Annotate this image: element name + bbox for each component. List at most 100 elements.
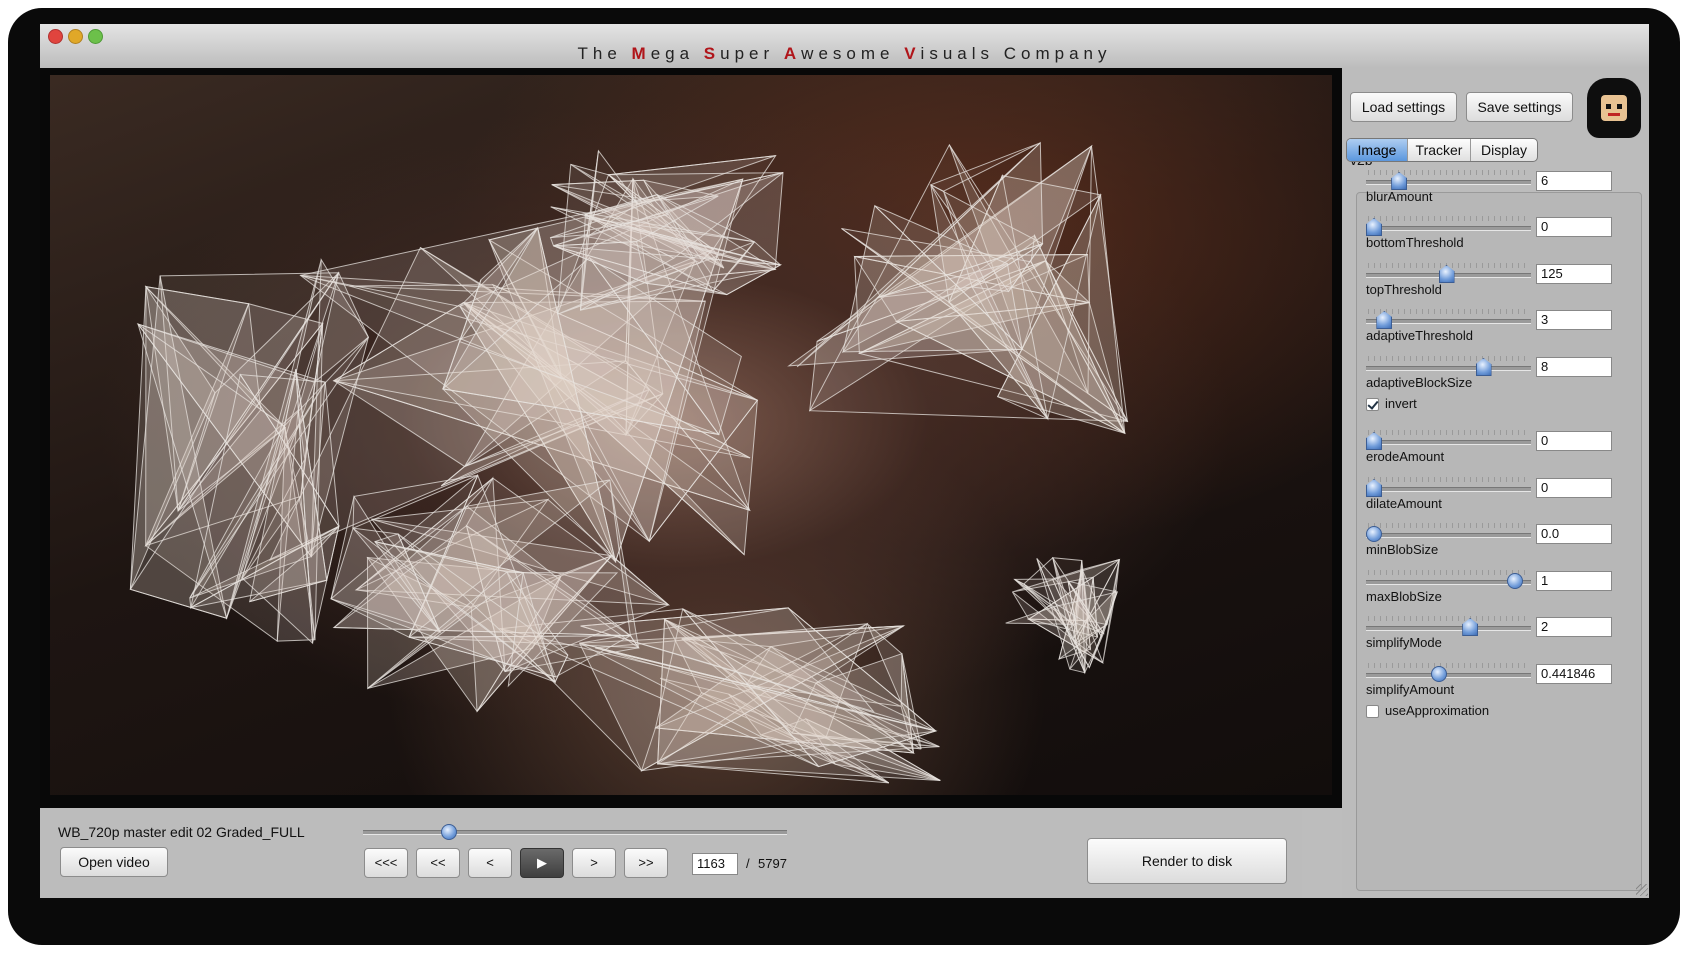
title-segment: M xyxy=(631,44,651,63)
avatar-eye-right xyxy=(1617,104,1622,109)
rewind-button[interactable]: << xyxy=(416,848,460,878)
avatar-eye-left xyxy=(1606,104,1611,109)
blurAmount-input[interactable]: 6 xyxy=(1536,171,1612,191)
video-preview xyxy=(50,75,1332,795)
slider-ticks xyxy=(1368,523,1528,528)
pixel-avatar-icon xyxy=(1587,78,1641,138)
frame-separator: / xyxy=(746,856,750,871)
tab-image[interactable]: Image xyxy=(1347,139,1408,161)
minBlobSize-slider-track[interactable] xyxy=(1366,533,1531,538)
load-settings-button[interactable]: Load settings xyxy=(1350,92,1457,122)
tab-display[interactable]: Display xyxy=(1471,139,1537,161)
bottomThreshold-slider-track[interactable] xyxy=(1366,226,1531,231)
maxBlobSize-input[interactable]: 1 xyxy=(1536,571,1612,591)
topThreshold-input[interactable]: 125 xyxy=(1536,264,1612,284)
invert-row: invert xyxy=(1366,396,1417,412)
use-approximation-label: useApproximation xyxy=(1385,703,1490,718)
use-approximation-checkbox[interactable] xyxy=(1366,705,1379,719)
video-frame xyxy=(40,68,1342,808)
title-segment: A xyxy=(783,44,802,63)
step-back-button[interactable]: < xyxy=(468,848,512,878)
app-title: The Mega Super Awesome Visuals Company xyxy=(40,44,1649,64)
param-simplifyMode: simplifyMode 2 xyxy=(1366,615,1616,663)
minBlobSize-input[interactable]: 0.0 xyxy=(1536,524,1612,544)
maxBlobSize-slider-knob[interactable] xyxy=(1506,573,1523,589)
slider-ticks xyxy=(1368,216,1528,221)
slider-ticks xyxy=(1368,663,1528,668)
bottomThreshold-input[interactable]: 0 xyxy=(1536,217,1612,237)
slider-ticks xyxy=(1368,477,1528,482)
title-segment: S xyxy=(703,44,721,63)
bottomThreshold-label: bottomThreshold xyxy=(1366,235,1464,250)
adaptiveBlockSize-label: adaptiveBlockSize xyxy=(1366,375,1473,390)
use-approximation-row: useApproximation xyxy=(1366,703,1489,719)
slider-ticks xyxy=(1368,309,1528,314)
topThreshold-label: topThreshold xyxy=(1366,282,1442,297)
param-minBlobSize: minBlobSize 0.0 xyxy=(1366,522,1616,570)
simplifyMode-label: simplifyMode xyxy=(1366,635,1442,650)
adaptiveBlockSize-slider-track[interactable] xyxy=(1366,366,1531,371)
open-video-button[interactable]: Open video xyxy=(60,847,168,877)
slider-ticks xyxy=(1368,616,1528,621)
play-button[interactable]: ▶ xyxy=(520,848,564,878)
param-maxBlobSize: maxBlobSize 1 xyxy=(1366,569,1616,617)
slider-ticks xyxy=(1368,570,1528,575)
param-erodeAmount: erodeAmount 0 xyxy=(1366,429,1616,477)
fast-forward-button[interactable]: >> xyxy=(624,848,668,878)
simplifyAmount-slider-track[interactable] xyxy=(1366,673,1531,678)
simplifyMode-input[interactable]: 2 xyxy=(1536,617,1612,637)
timeline-scrubber[interactable] xyxy=(440,824,457,840)
title-segment: Company xyxy=(1003,44,1112,63)
maxBlobSize-label: maxBlobSize xyxy=(1366,589,1442,604)
adaptiveThreshold-input[interactable]: 3 xyxy=(1536,310,1612,330)
minBlobSize-slider-knob[interactable] xyxy=(1366,526,1382,542)
slider-ticks xyxy=(1368,170,1528,175)
adaptiveBlockSize-input[interactable]: 8 xyxy=(1536,357,1612,377)
minimize-window-button[interactable] xyxy=(68,29,83,44)
param-adaptiveThreshold: adaptiveThreshold 3 xyxy=(1366,308,1616,356)
erodeAmount-input[interactable]: 0 xyxy=(1536,431,1612,451)
zoom-window-button[interactable] xyxy=(88,29,103,44)
close-window-button[interactable] xyxy=(48,29,63,44)
dilateAmount-slider-track[interactable] xyxy=(1366,487,1531,492)
title-segment: isuals xyxy=(920,44,1004,63)
tracking-mesh-overlay xyxy=(129,141,1129,784)
minBlobSize-label: minBlobSize xyxy=(1366,542,1439,557)
avatar-face xyxy=(1601,95,1627,121)
save-settings-button[interactable]: Save settings xyxy=(1466,92,1573,122)
param-blurAmount: blurAmount 6 xyxy=(1366,169,1616,217)
title-segment: wesome xyxy=(801,44,905,63)
video-filename: WB_720p master edit 02 Graded_FULL xyxy=(58,824,305,840)
simplifyMode-slider-track[interactable] xyxy=(1366,626,1531,631)
first-frame-button[interactable]: <<< xyxy=(364,848,408,878)
timeline-track[interactable] xyxy=(363,830,787,835)
total-frames: 5797 xyxy=(758,856,787,871)
erodeAmount-label: erodeAmount xyxy=(1366,449,1445,464)
blurAmount-label: blurAmount xyxy=(1366,189,1433,204)
simplifyAmount-label: simplifyAmount xyxy=(1366,682,1455,697)
step-forward-button[interactable]: > xyxy=(572,848,616,878)
resize-grip[interactable] xyxy=(1636,884,1648,896)
simplifyAmount-input[interactable]: 0.441846 xyxy=(1536,664,1612,684)
param-topThreshold: topThreshold 125 xyxy=(1366,262,1616,310)
current-frame-input[interactable]: 1163 xyxy=(692,853,738,875)
tab-tracker[interactable]: Tracker xyxy=(1408,139,1471,161)
playback-bar: WB_720p master edit 02 Graded_FULL Open … xyxy=(40,808,1302,898)
dilateAmount-input[interactable]: 0 xyxy=(1536,478,1612,498)
param-dilateAmount: dilateAmount 0 xyxy=(1366,476,1616,524)
title-bar: The Mega Super Awesome Visuals Company xyxy=(40,24,1649,68)
param-bottomThreshold: bottomThreshold 0 xyxy=(1366,215,1616,263)
title-segment: The xyxy=(577,44,632,63)
invert-checkbox[interactable] xyxy=(1366,398,1379,412)
dilateAmount-label: dilateAmount xyxy=(1366,496,1442,511)
avatar-mouth xyxy=(1608,113,1620,116)
settings-tabs: Image Tracker Display xyxy=(1346,138,1538,162)
invert-label: invert xyxy=(1385,396,1417,411)
slider-ticks xyxy=(1368,356,1528,361)
title-segment: uper xyxy=(720,44,784,63)
simplifyAmount-slider-knob[interactable] xyxy=(1431,666,1448,682)
erodeAmount-slider-track[interactable] xyxy=(1366,440,1531,445)
blurAmount-slider-track[interactable] xyxy=(1366,180,1531,185)
title-segment: ega xyxy=(650,44,704,63)
render-to-disk-button[interactable]: Render to disk xyxy=(1087,838,1287,884)
